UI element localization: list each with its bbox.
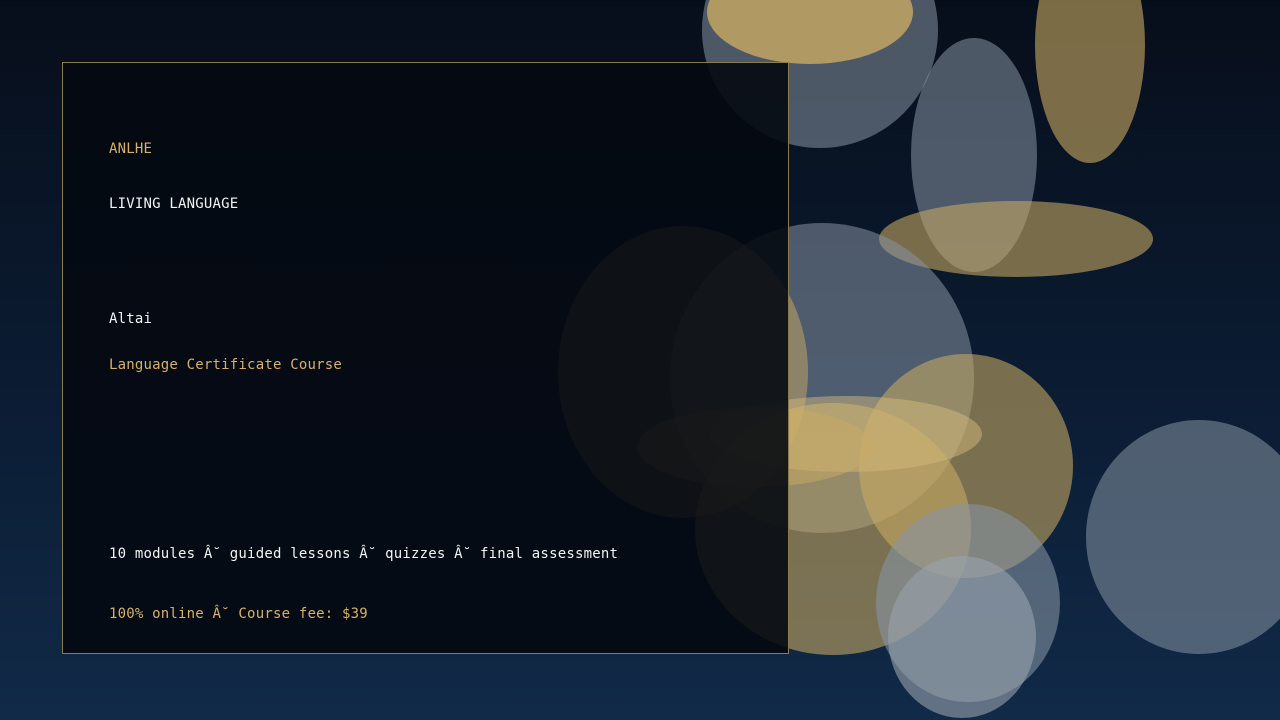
course-details: 10 modules Â˘ guided lessons Â˘ quizzes … (109, 546, 619, 562)
course-title: Language Certificate Course (109, 357, 342, 373)
course-pricing: 100% online Â˘ Course fee: $39 (109, 606, 368, 622)
bokeh-circle (1035, 0, 1145, 163)
course-card: ANLHE LIVING LANGUAGE Altai Language Cer… (62, 62, 789, 654)
brand-name: ANLHE (109, 141, 153, 157)
course-language: Altai (109, 311, 153, 327)
bokeh-circle (1086, 420, 1280, 654)
bokeh-circle (888, 556, 1036, 718)
brand-tagline: LIVING LANGUAGE (109, 196, 239, 212)
